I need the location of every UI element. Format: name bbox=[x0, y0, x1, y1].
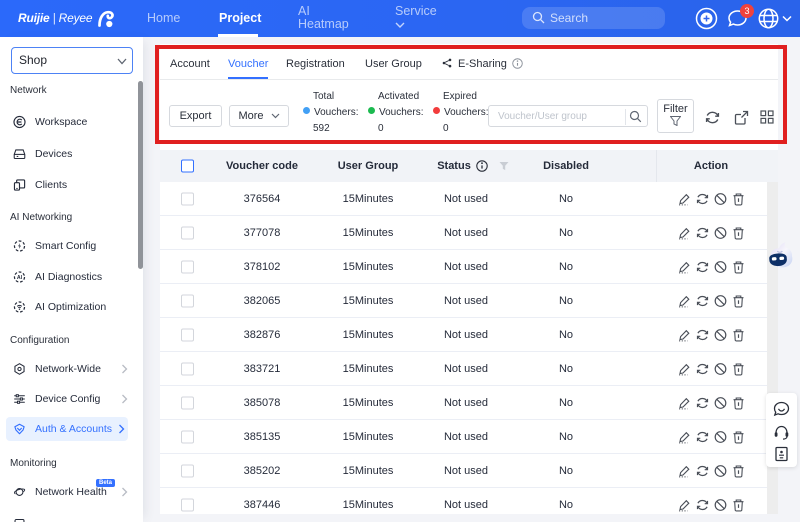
svg-text:AI: AI bbox=[17, 275, 23, 281]
